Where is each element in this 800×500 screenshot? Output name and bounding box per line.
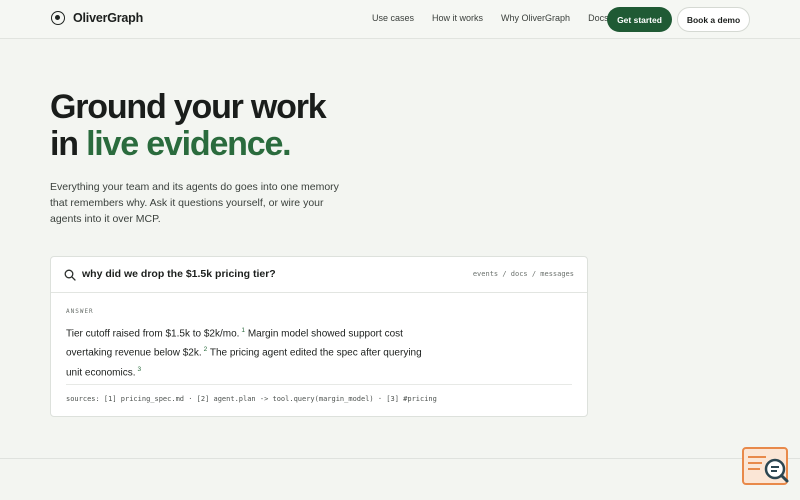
hero-title: Ground your work in live evidence.	[50, 88, 327, 163]
nav-link-use-cases[interactable]: Use cases	[372, 13, 414, 23]
hero-title-accent: live evidence.	[86, 125, 292, 163]
nav-link-how-it-works[interactable]: How it works	[432, 13, 483, 23]
hero-title-line1: Ground your work	[50, 88, 327, 126]
search-scopes: events / docs / messages	[472, 270, 574, 278]
answer-sentence-1: Tier cutoff raised from $1.5k to $2k/mo.	[66, 328, 240, 340]
answer-divider	[66, 384, 572, 385]
nav-link-docs[interactable]: Docs	[588, 13, 609, 23]
section-divider	[0, 458, 800, 459]
search-query[interactable]: why did we drop the $1.5k pricing tier?	[82, 268, 276, 280]
top-nav: OliverGraph Use cases How it works Why O…	[0, 0, 800, 39]
demo-card: why did we drop the $1.5k pricing tier? …	[50, 256, 588, 417]
get-started-button[interactable]: Get started	[607, 7, 672, 32]
hero-subtitle: Everything your team and its agents do g…	[50, 181, 339, 225]
answer-text: Tier cutoff raised from $1.5k to $2k/mo.…	[66, 323, 426, 381]
book-demo-button[interactable]: Book a demo	[677, 7, 750, 32]
search-bar[interactable]: why did we drop the $1.5k pricing tier? …	[51, 257, 587, 293]
nav-link-why[interactable]: Why OliverGraph	[501, 13, 570, 23]
hero-title-prefix: in	[50, 125, 87, 163]
citation-3[interactable]: 3	[137, 366, 141, 373]
search-icon	[64, 269, 76, 281]
sources-line: sources: [1] pricing_spec.md · [2] agent…	[66, 395, 437, 403]
brand-name: OliverGraph	[73, 11, 144, 25]
brand[interactable]: OliverGraph	[51, 11, 143, 25]
nav-links: Use cases How it works Why OliverGraph D…	[372, 13, 627, 23]
answer-label: ANSWER	[66, 308, 94, 315]
graph-node-icon	[51, 11, 65, 25]
search-document-icon[interactable]	[742, 446, 790, 488]
